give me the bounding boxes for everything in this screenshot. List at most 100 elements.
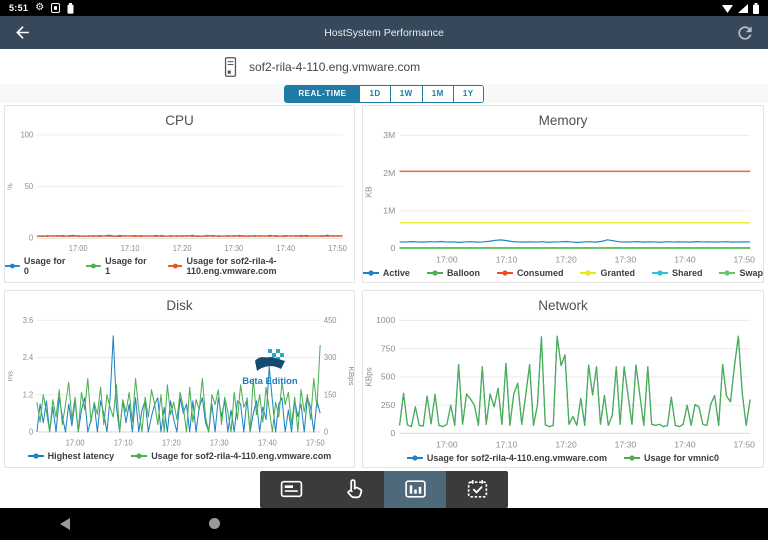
- legend-item[interactable]: Balloon: [427, 268, 480, 278]
- actions-button[interactable]: [322, 471, 384, 508]
- legend-item[interactable]: Usage for 0: [5, 256, 69, 276]
- chart-canvas[interactable]: 01.22.43.60150300450msKBps17:0017:1017:2…: [5, 314, 354, 450]
- legend-label: Highest latency: [48, 451, 115, 461]
- tap-hand-icon: [341, 477, 366, 502]
- chart-canvas[interactable]: 01M2M3MKB17:0017:1017:2017:3017:4017:50: [363, 129, 763, 267]
- status-bar-left: 5:51 ⚙: [9, 3, 74, 14]
- legend-item[interactable]: Swap: [719, 268, 763, 278]
- chart-canvas[interactable]: 050100%17:0017:1017:2017:3017:4017:50: [5, 129, 354, 255]
- legend-item[interactable]: Highest latency: [28, 451, 115, 461]
- svg-text:17:30: 17:30: [224, 244, 243, 253]
- legend-item[interactable]: Granted: [580, 268, 635, 278]
- chart-title: Network: [363, 291, 763, 314]
- gear-icon: ⚙: [35, 3, 44, 13]
- nav-home-button[interactable]: [209, 518, 220, 529]
- chart-title: CPU: [5, 106, 354, 129]
- tab-1m[interactable]: 1M: [422, 86, 453, 102]
- svg-text:17:20: 17:20: [555, 439, 577, 449]
- svg-text:17:20: 17:20: [162, 438, 181, 448]
- wifi-icon: [722, 4, 733, 13]
- chart-canvas[interactable]: 02505007501000KBps17:0017:1017:2017:3017…: [363, 314, 763, 452]
- legend-item[interactable]: Usage for sof2-rila-4-110.eng.vmware.com: [407, 453, 607, 463]
- legend-label: Usage for sof2-rila-4-110.eng.vmware.com: [151, 451, 331, 461]
- chart-plot-svg[interactable]: 050100%17:0017:1017:2017:3017:4017:50: [5, 129, 354, 255]
- chart-legend: Highest latency Usage for sof2-rila-4-110…: [5, 450, 354, 467]
- legend-marker-icon: [28, 452, 44, 460]
- app-screen: 5:51 ⚙ HostSystem Performance sof2-rila-…: [0, 0, 768, 540]
- chart-plot-svg[interactable]: 01.22.43.60150300450msKBps17:0017:1017:2…: [5, 314, 354, 450]
- back-arrow-icon: [13, 23, 32, 42]
- svg-text:17:30: 17:30: [615, 254, 637, 264]
- legend-item[interactable]: Usage for sof2-rila-4-110.eng.vmware.com: [131, 451, 331, 461]
- svg-text:0: 0: [324, 427, 329, 437]
- sim-notification-icon: [51, 3, 60, 13]
- chart-legend: Usage for sof2-rila-4-110.eng.vmware.com…: [363, 452, 763, 469]
- legend-marker-icon: [407, 454, 423, 462]
- android-nav-bar: [0, 508, 768, 540]
- chart-plot-svg[interactable]: 02505007501000KBps17:0017:1017:2017:3017…: [363, 314, 763, 452]
- legend-item[interactable]: Usage for vmnic0: [624, 453, 719, 463]
- svg-text:KBps: KBps: [365, 367, 374, 386]
- summary-card-button[interactable]: [260, 471, 322, 508]
- chart-plot-svg[interactable]: 01M2M3MKB17:0017:1017:2017:3017:4017:50: [363, 129, 763, 267]
- tab-real-time[interactable]: REAL-TIME: [285, 86, 359, 102]
- cpu-chart-card: CPU 050100%17:0017:1017:2017:3017:4017:5…: [4, 105, 355, 283]
- svg-text:17:40: 17:40: [258, 438, 277, 448]
- svg-text:0: 0: [390, 428, 395, 438]
- legend-label: Active: [383, 268, 410, 278]
- legend-item[interactable]: Shared: [652, 268, 703, 278]
- legend-label: Usage for sof2-rila-4-110.eng.vmware.com: [427, 453, 607, 463]
- svg-text:17:40: 17:40: [674, 254, 696, 264]
- svg-text:17:20: 17:20: [555, 254, 577, 264]
- svg-text:17:00: 17:00: [66, 438, 85, 448]
- legend-label: Balloon: [447, 268, 480, 278]
- charts-grid: CPU 050100%17:0017:1017:2017:3017:4017:5…: [0, 103, 768, 470]
- svg-text:17:40: 17:40: [276, 244, 295, 253]
- refresh-icon: [735, 23, 755, 43]
- legend-marker-icon: [652, 269, 668, 277]
- svg-text:17:50: 17:50: [328, 244, 347, 253]
- status-clock: 5:51: [9, 3, 28, 13]
- legend-item[interactable]: Consumed: [497, 268, 564, 278]
- chart-title: Disk: [5, 291, 354, 314]
- svg-text:17:30: 17:30: [210, 438, 229, 448]
- memory-chart-card: Memory 01M2M3MKB17:0017:1017:2017:3017:4…: [362, 105, 764, 283]
- tab-1y[interactable]: 1Y: [453, 86, 483, 102]
- bottom-toolbar: [260, 471, 508, 508]
- legend-item[interactable]: Usage for sof2-rila-4-110.eng.vmware.com: [168, 256, 354, 276]
- svg-text:450: 450: [324, 316, 337, 326]
- svg-text:500: 500: [381, 372, 396, 382]
- chart-legend: Usage for 0 Usage for 1 Usage for sof2-ril…: [5, 255, 354, 282]
- tasks-button[interactable]: [446, 471, 508, 508]
- network-chart-card: Network 02505007501000KBps17:0017:1017:2…: [362, 290, 764, 468]
- tab-1d[interactable]: 1D: [359, 86, 389, 102]
- svg-text:KBps: KBps: [347, 367, 354, 386]
- svg-text:17:10: 17:10: [114, 438, 133, 448]
- legend-label: Shared: [672, 268, 703, 278]
- host-server-icon: [222, 56, 239, 78]
- refresh-button[interactable]: [735, 23, 755, 43]
- svg-text:17:00: 17:00: [436, 254, 458, 264]
- svg-text:KB: KB: [365, 187, 374, 198]
- svg-text:150: 150: [324, 390, 337, 400]
- app-bar: HostSystem Performance: [0, 16, 768, 49]
- performance-charts-button[interactable]: [384, 471, 446, 508]
- host-name: sof2-rila-4-110.eng.vmware.com: [249, 60, 420, 74]
- host-row[interactable]: sof2-rila-4-110.eng.vmware.com: [0, 49, 768, 84]
- legend-marker-icon: [427, 269, 443, 277]
- svg-text:300: 300: [324, 353, 337, 363]
- legend-item[interactable]: Active: [363, 268, 410, 278]
- svg-text:1000: 1000: [376, 315, 395, 325]
- back-button[interactable]: [13, 23, 32, 42]
- legend-marker-icon: [624, 454, 640, 462]
- legend-marker-icon: [497, 269, 513, 277]
- svg-text:750: 750: [381, 343, 396, 353]
- svg-text:ms: ms: [6, 371, 14, 382]
- legend-label: Granted: [600, 268, 635, 278]
- tab-1w[interactable]: 1W: [390, 86, 422, 102]
- svg-text:17:20: 17:20: [173, 244, 192, 253]
- bar-chart-icon: [403, 477, 428, 502]
- nav-back-button[interactable]: [60, 518, 70, 530]
- legend-item[interactable]: Usage for 1: [86, 256, 150, 276]
- battery-icon: [753, 3, 759, 14]
